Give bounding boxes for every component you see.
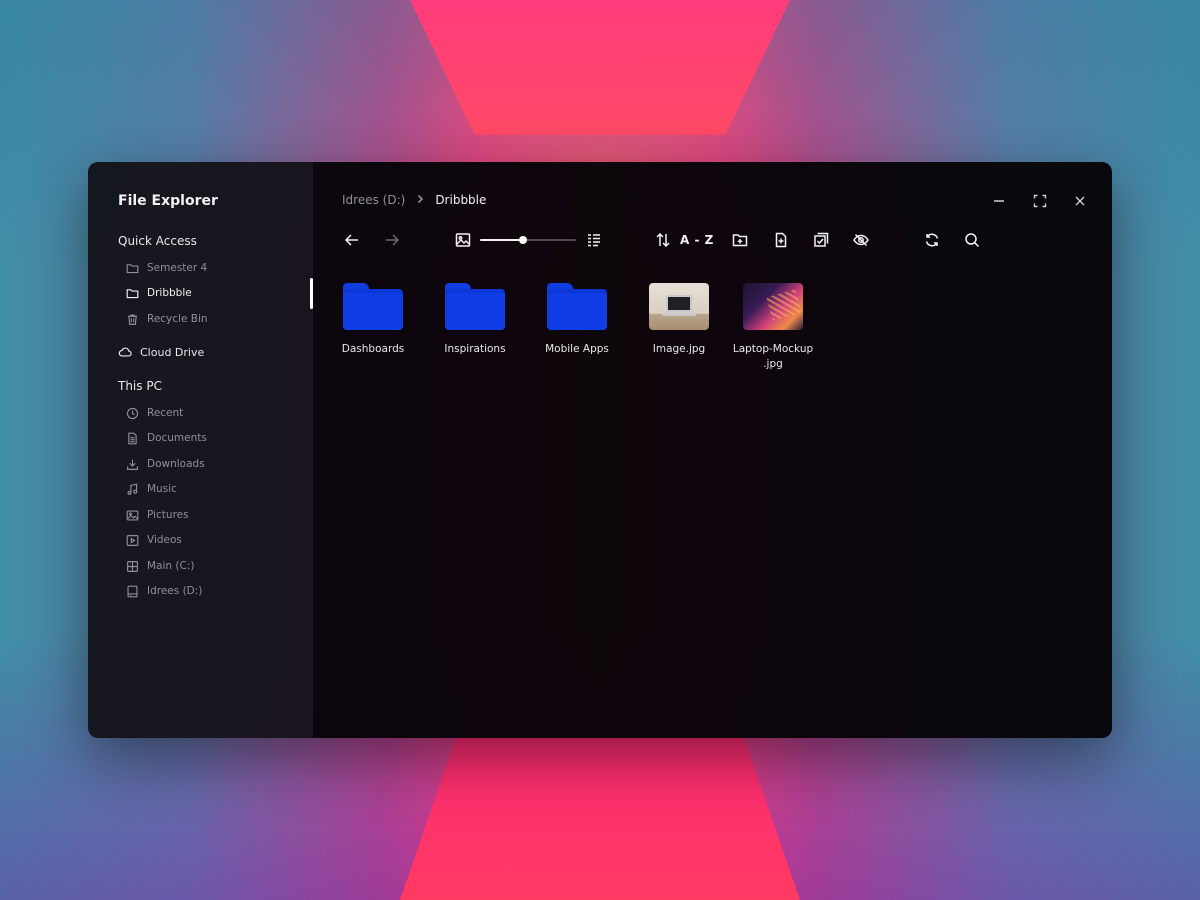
file-item-image-jpg[interactable]: Image.jpg: [634, 280, 724, 357]
sidebar-item-label: Cloud Drive: [140, 345, 205, 359]
file-item-laptop-mockup-jpg[interactable]: Laptop-Mockup .jpg: [728, 280, 818, 372]
sidebar-item-label: Music: [147, 483, 177, 495]
sidebar-item-music[interactable]: Music: [126, 480, 177, 498]
file-item-inspirations[interactable]: Inspirations: [430, 280, 520, 357]
app-title: File Explorer: [118, 193, 218, 209]
sidebar-item-label: Semester 4: [147, 262, 208, 274]
zoom-slider-fill: [480, 239, 524, 241]
file-item-dashboards[interactable]: Dashboards: [328, 280, 418, 357]
file-name: Mobile Apps: [545, 343, 609, 355]
file-name-line-1: Laptop-Mockup: [732, 343, 814, 355]
file-name: Laptop-Mockup .jpg: [728, 342, 818, 372]
document-icon: [128, 432, 137, 444]
image-thumbnail: [649, 283, 709, 330]
select-all-button[interactable]: [811, 230, 831, 250]
image-icon: [126, 509, 139, 521]
sidebar-item-downloads[interactable]: Downloads: [126, 455, 205, 473]
trash-icon: [128, 313, 137, 325]
sidebar-item-dribbble[interactable]: Dribbble: [126, 284, 192, 302]
maximize-icon: [1033, 194, 1047, 208]
folder-plus-icon: [732, 234, 748, 247]
sidebar-item-semester-4[interactable]: Semester 4: [126, 259, 207, 277]
minimize-icon: [994, 200, 1004, 202]
wallpaper-floor: [400, 738, 800, 900]
folder-icon: [126, 288, 139, 298]
sort-icon: [656, 232, 670, 248]
minimize-button[interactable]: [990, 192, 1008, 210]
breadcrumb: Idrees (D:) Dribbble: [342, 193, 486, 207]
sidebar-item-recycle-bin[interactable]: Recycle Bin: [126, 310, 208, 328]
file-name-line-2: .jpg: [763, 358, 783, 370]
sidebar-item-label: Idrees (D:): [147, 585, 203, 597]
details-view-button[interactable]: [584, 230, 604, 250]
arrow-left-icon: [344, 234, 358, 246]
file-explorer-window: File Explorer Quick Access Semester 4 Dr…: [88, 162, 1112, 738]
new-folder-button[interactable]: [730, 230, 750, 250]
image-thumbnail: [743, 283, 803, 330]
music-icon: [127, 483, 138, 495]
sidebar-item-cloud-drive[interactable]: Cloud Drive: [118, 343, 204, 361]
sort-order-label[interactable]: A - Z: [680, 233, 714, 247]
file-item-mobile-apps[interactable]: Mobile Apps: [532, 280, 622, 357]
search-button[interactable]: [962, 230, 982, 250]
sidebar-item-label: Recycle Bin: [147, 313, 208, 325]
sidebar-item-recent[interactable]: Recent: [126, 404, 183, 422]
folder-icon: [547, 283, 607, 330]
search-icon: [965, 233, 980, 248]
sidebar-item-label: Videos: [147, 534, 182, 546]
quick-access-title: Quick Access: [118, 234, 197, 248]
sidebar-item-label: Main (C:): [147, 560, 195, 572]
sidebar-item-pictures[interactable]: Pictures: [126, 506, 189, 524]
sidebar-item-label: Recent: [147, 407, 184, 419]
file-plus-icon: [775, 232, 787, 248]
folder-icon: [126, 263, 139, 273]
folder-icon: [445, 283, 505, 330]
sidebar: File Explorer Quick Access Semester 4 Dr…: [88, 162, 313, 738]
chevron-right-icon: [415, 193, 425, 207]
sidebar-item-label: Pictures: [147, 509, 189, 521]
sidebar-item-label: Downloads: [147, 458, 205, 470]
folder-icon: [343, 283, 403, 330]
this-pc-title: This PC: [118, 379, 162, 393]
back-button[interactable]: [342, 230, 362, 250]
file-name: Image.jpg: [652, 343, 706, 355]
clock-icon: [126, 407, 139, 419]
thumbnail-view-button[interactable]: [453, 230, 473, 250]
sidebar-item-label: Documents: [147, 432, 207, 444]
cloud-icon: [118, 347, 132, 357]
breadcrumb-item-current[interactable]: Dribbble: [435, 193, 486, 207]
sort-button[interactable]: [653, 230, 673, 250]
sidebar-item-label: Dribbble: [147, 287, 192, 299]
sidebar-item-idrees-d[interactable]: Idrees (D:): [126, 582, 202, 600]
refresh-icon: [925, 233, 939, 247]
checklist-icon: [814, 232, 829, 247]
list-view-icon: [588, 234, 600, 247]
close-icon: [1075, 196, 1085, 206]
windows-drive-icon: [127, 560, 138, 572]
breadcrumb-item-drive[interactable]: Idrees (D:): [342, 193, 405, 207]
refresh-button[interactable]: [922, 230, 942, 250]
zoom-slider-thumb[interactable]: [519, 236, 528, 244]
main-pane: Idrees (D:) Dribbble A - Z Dashboards In…: [313, 162, 1112, 738]
wallpaper-ceiling: [410, 0, 790, 135]
play-icon: [126, 534, 139, 546]
sidebar-item-videos[interactable]: Videos: [126, 531, 182, 549]
zoom-slider[interactable]: [480, 236, 576, 244]
close-button[interactable]: [1071, 192, 1089, 210]
sidebar-item-documents[interactable]: Documents: [126, 429, 207, 447]
file-name: Inspirations: [444, 343, 506, 355]
eye-off-icon: [853, 233, 869, 247]
new-file-button[interactable]: [771, 230, 791, 250]
forward-button[interactable]: [382, 230, 402, 250]
file-name: Dashboards: [341, 343, 405, 355]
sidebar-item-main-c[interactable]: Main (C:): [126, 557, 194, 575]
hide-button[interactable]: [851, 230, 871, 250]
image-icon: [455, 233, 471, 247]
maximize-button[interactable]: [1031, 192, 1049, 210]
download-icon: [127, 459, 138, 470]
arrow-right-icon: [386, 234, 400, 246]
drive-icon: [127, 585, 138, 597]
